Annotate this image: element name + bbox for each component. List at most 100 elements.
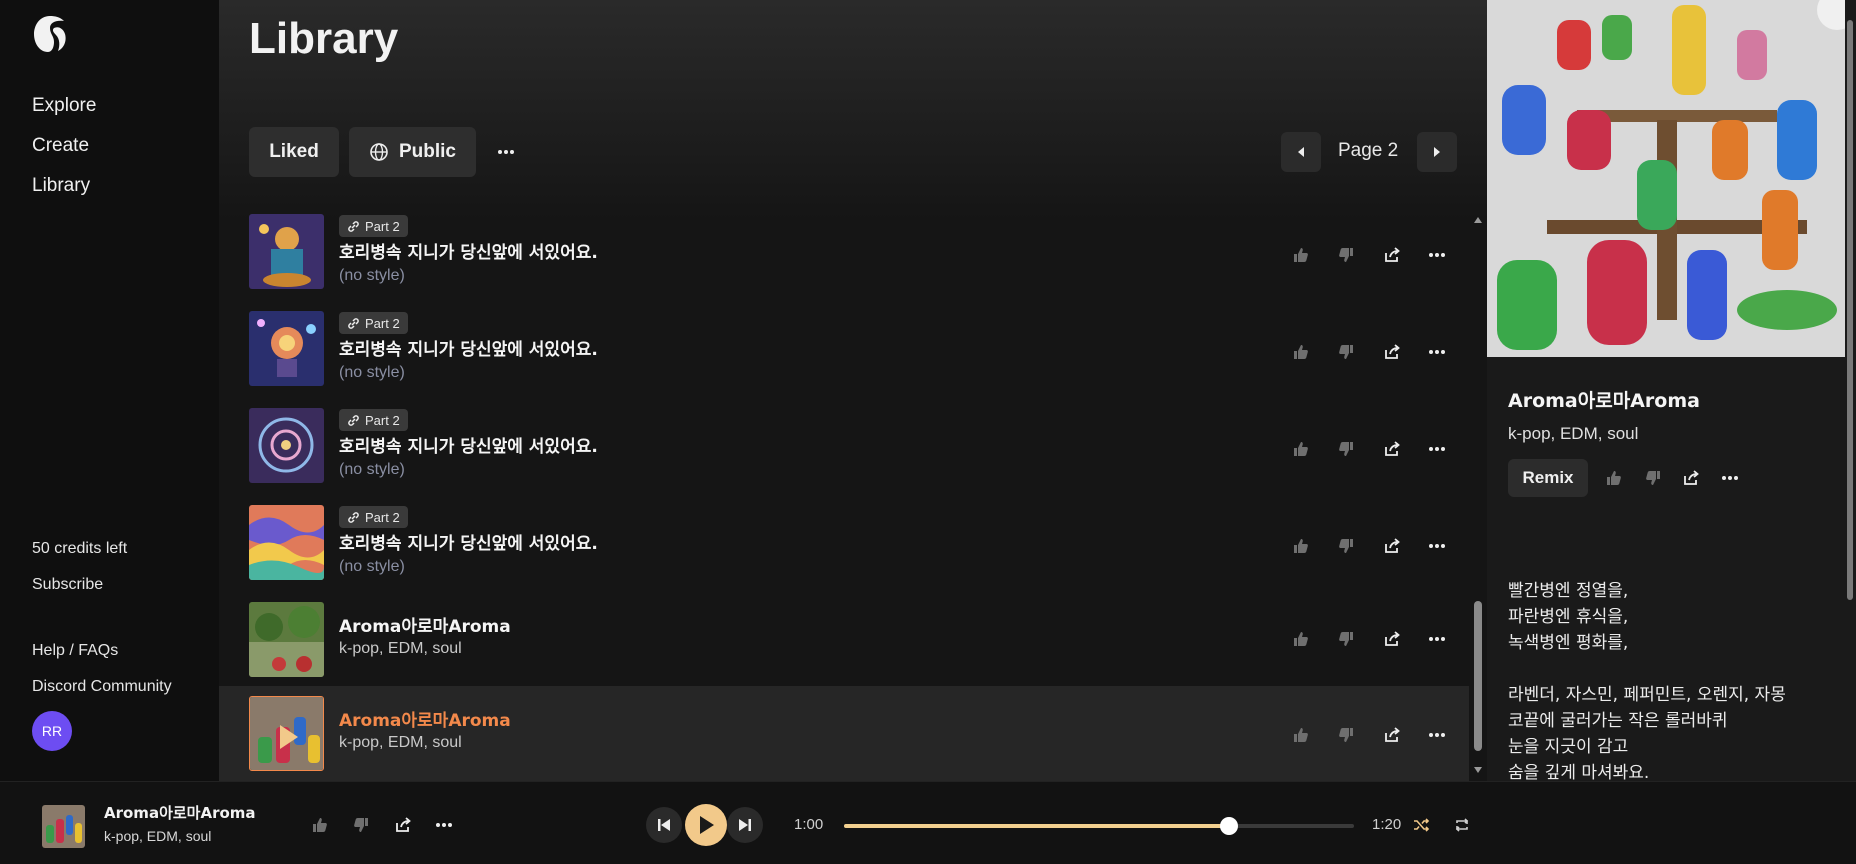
- remix-button[interactable]: Remix: [1508, 459, 1588, 497]
- library-main: Library Liked Public Page 2 Part 2 호리병속 …: [219, 0, 1487, 781]
- link-icon: [348, 317, 359, 329]
- song-thumbnail[interactable]: [249, 214, 324, 289]
- nav-library[interactable]: Library: [32, 175, 90, 197]
- thumbs-down-icon[interactable]: [1334, 723, 1358, 747]
- thumbs-up-icon[interactable]: [1289, 534, 1313, 558]
- song-row[interactable]: Part 2 호리병속 지니가 당신앞에 서있어요. (no style): [219, 404, 1469, 500]
- thumbs-up-icon[interactable]: [1289, 627, 1313, 651]
- song-row[interactable]: Aroma아로마Aroma k-pop, EDM, soul: [219, 598, 1469, 694]
- list-scrollbar[interactable]: [1469, 206, 1487, 781]
- thumbs-down-icon[interactable]: [1641, 466, 1665, 490]
- more-options-icon[interactable]: [1425, 340, 1449, 364]
- share-icon[interactable]: [1679, 466, 1703, 490]
- thumbs-down-icon[interactable]: [1334, 243, 1358, 267]
- song-title[interactable]: 호리병속 지니가 당신앞에 서있어요.: [339, 335, 598, 360]
- part-badge[interactable]: Part 2: [339, 506, 408, 528]
- thumbs-up-icon[interactable]: [1602, 466, 1626, 490]
- thumbs-up-icon[interactable]: [1289, 340, 1313, 364]
- song-row[interactable]: Part 2 호리병속 지니가 당신앞에 서있어요. (no style): [219, 307, 1469, 403]
- song-title[interactable]: Aroma아로마Aroma: [339, 706, 511, 731]
- song-thumbnail[interactable]: [249, 696, 324, 771]
- song-thumbnail[interactable]: [249, 311, 324, 386]
- scrollbar-thumb[interactable]: [1474, 601, 1482, 751]
- nav-create[interactable]: Create: [32, 135, 89, 157]
- panel-scrollbar[interactable]: [1844, 0, 1856, 781]
- public-filter-button[interactable]: Public: [349, 127, 476, 177]
- song-style: (no style): [339, 558, 405, 575]
- next-track-button[interactable]: [727, 807, 763, 843]
- part-badge[interactable]: Part 2: [339, 312, 408, 334]
- scroll-down-icon[interactable]: [1473, 766, 1483, 774]
- more-options-icon[interactable]: [432, 813, 456, 837]
- more-options-icon[interactable]: [1425, 243, 1449, 267]
- play-icon: [700, 816, 714, 834]
- credits-left: 50 credits left: [32, 540, 128, 557]
- share-icon[interactable]: [1380, 437, 1404, 461]
- avatar[interactable]: RR: [32, 711, 72, 751]
- thumbs-up-icon[interactable]: [1289, 437, 1313, 461]
- scroll-up-icon[interactable]: [1473, 216, 1483, 224]
- progress-slider[interactable]: [844, 817, 1354, 835]
- song-title[interactable]: 호리병속 지니가 당신앞에 서있어요.: [339, 529, 598, 554]
- help-faqs-link[interactable]: Help / FAQs: [32, 642, 118, 660]
- page-indicator: Page 2: [1338, 140, 1399, 161]
- more-options-icon[interactable]: [1718, 466, 1742, 490]
- thumbs-up-icon[interactable]: [1289, 723, 1313, 747]
- page-title: Library: [249, 14, 399, 63]
- more-options-icon[interactable]: [1425, 627, 1449, 651]
- part-label: Part 2: [365, 509, 400, 525]
- song-detail-panel: Aroma아로마Aroma k-pop, EDM, soul Remix 빨간병…: [1487, 0, 1856, 781]
- thumbs-down-icon[interactable]: [1334, 534, 1358, 558]
- globe-icon: [370, 143, 388, 161]
- nav-explore[interactable]: Explore: [32, 95, 96, 117]
- player-title[interactable]: Aroma아로마Aroma: [104, 802, 256, 823]
- link-icon: [348, 220, 359, 232]
- song-row[interactable]: Part 2 호리병속 지니가 당신앞에 서있어요. (no style): [219, 501, 1469, 597]
- panel-scrollbar-thumb[interactable]: [1847, 20, 1853, 600]
- song-thumbnail[interactable]: [249, 408, 324, 483]
- prev-page-button[interactable]: [1281, 132, 1321, 172]
- part-badge[interactable]: Part 2: [339, 215, 408, 237]
- song-row[interactable]: Part 2 호리병속 지니가 당신앞에 서있어요. (no style): [219, 210, 1469, 306]
- song-thumbnail[interactable]: [249, 602, 324, 677]
- player-bar: Aroma아로마Aroma k-pop, EDM, soul 1:00 1:20: [0, 781, 1856, 864]
- song-title[interactable]: 호리병속 지니가 당신앞에 서있어요.: [339, 238, 598, 263]
- share-icon[interactable]: [1380, 627, 1404, 651]
- share-icon[interactable]: [1380, 534, 1404, 558]
- suno-logo-icon[interactable]: [30, 14, 70, 54]
- more-options-icon[interactable]: [1425, 534, 1449, 558]
- liked-filter-button[interactable]: Liked: [249, 127, 339, 177]
- more-filters-button[interactable]: [491, 127, 531, 177]
- shuffle-icon[interactable]: [1409, 813, 1433, 837]
- part-label: Part 2: [365, 315, 400, 331]
- thumbs-down-icon[interactable]: [1334, 437, 1358, 461]
- share-icon[interactable]: [1380, 340, 1404, 364]
- song-title[interactable]: Aroma아로마Aroma: [339, 612, 511, 637]
- ellipsis-icon: [498, 150, 514, 154]
- next-page-button[interactable]: [1417, 132, 1457, 172]
- song-row-active[interactable]: Aroma아로마Aroma k-pop, EDM, soul: [219, 686, 1469, 781]
- thumbs-up-icon[interactable]: [1289, 243, 1313, 267]
- discord-community-link[interactable]: Discord Community: [32, 678, 172, 696]
- thumbs-down-icon[interactable]: [349, 813, 373, 837]
- subscribe-link[interactable]: Subscribe: [32, 576, 103, 594]
- thumbs-up-icon[interactable]: [308, 813, 332, 837]
- share-icon[interactable]: [1380, 243, 1404, 267]
- part-badge[interactable]: Part 2: [339, 409, 408, 431]
- song-title[interactable]: 호리병속 지니가 당신앞에 서있어요.: [339, 432, 598, 457]
- share-icon[interactable]: [391, 813, 415, 837]
- detail-title: Aroma아로마Aroma: [1508, 390, 1700, 412]
- row-actions: [1289, 240, 1449, 270]
- thumbs-down-icon[interactable]: [1334, 627, 1358, 651]
- more-options-icon[interactable]: [1425, 437, 1449, 461]
- repeat-icon[interactable]: [1450, 813, 1474, 837]
- share-icon[interactable]: [1380, 723, 1404, 747]
- player-thumbnail[interactable]: [42, 805, 85, 848]
- previous-track-button[interactable]: [646, 807, 682, 843]
- song-thumbnail[interactable]: [249, 505, 324, 580]
- more-options-icon[interactable]: [1425, 723, 1449, 747]
- thumbs-down-icon[interactable]: [1334, 340, 1358, 364]
- play-button[interactable]: [685, 804, 727, 846]
- row-actions: [1289, 624, 1449, 654]
- progress-knob[interactable]: [1220, 817, 1239, 835]
